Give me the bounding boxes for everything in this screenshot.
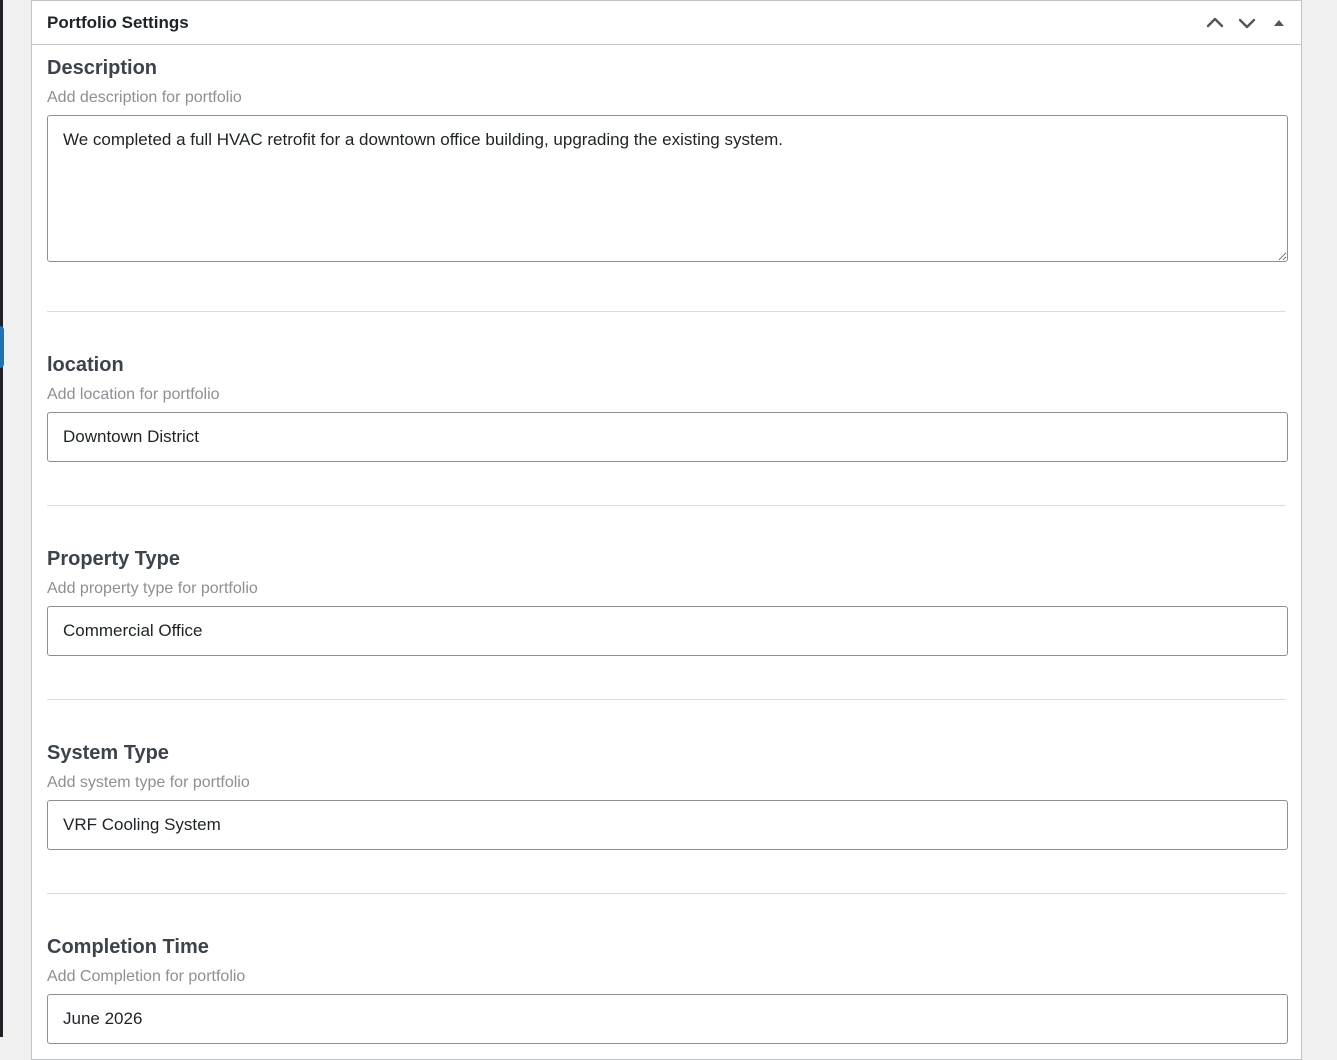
chevron-down-icon <box>1238 18 1256 29</box>
system-type-label: System Type <box>47 742 169 764</box>
location-help-text: Add location for portfolio <box>47 386 220 403</box>
completion-time-field-group: Completion Time Add Completion for portf… <box>47 894 1288 1044</box>
completion-time-help-text: Add Completion for portfolio <box>47 968 246 985</box>
system-type-input[interactable] <box>47 800 1288 850</box>
property-type-input[interactable] <box>47 606 1288 656</box>
description-textarea[interactable]: We completed a full HVAC retrofit for a … <box>47 115 1288 262</box>
admin-sidebar-edge <box>0 0 4 1037</box>
completion-time-label: Completion Time <box>47 936 209 958</box>
property-type-label: Property Type <box>47 548 180 570</box>
system-type-field-group: System Type Add system type for portfoli… <box>47 700 1288 894</box>
description-help-text: Add description for portfolio <box>47 89 242 106</box>
property-type-help-text: Add property type for portfolio <box>47 580 258 597</box>
description-field-group: Description Add description for portfoli… <box>47 45 1288 312</box>
move-up-button[interactable] <box>1201 9 1229 37</box>
location-input[interactable] <box>47 412 1288 462</box>
metabox-handle-actions <box>1201 9 1293 37</box>
location-label: location <box>47 354 124 376</box>
metabox-header: Portfolio Settings <box>32 1 1301 45</box>
chevron-up-icon <box>1206 17 1224 28</box>
description-label: Description <box>47 57 158 79</box>
metabox-title: Portfolio Settings <box>47 13 189 32</box>
move-down-button[interactable] <box>1233 9 1261 37</box>
triangle-up-icon <box>1274 20 1284 26</box>
admin-menu-active-indicator <box>0 326 4 368</box>
location-field-group: location Add location for portfolio <box>47 312 1288 506</box>
toggle-panel-button[interactable] <box>1265 9 1293 37</box>
system-type-help-text: Add system type for portfolio <box>47 774 250 791</box>
property-type-field-group: Property Type Add property type for port… <box>47 506 1288 700</box>
metabox-content: Description Add description for portfoli… <box>32 45 1301 1044</box>
portfolio-settings-metabox: Portfolio Settings Description Add descr… <box>31 0 1302 1060</box>
